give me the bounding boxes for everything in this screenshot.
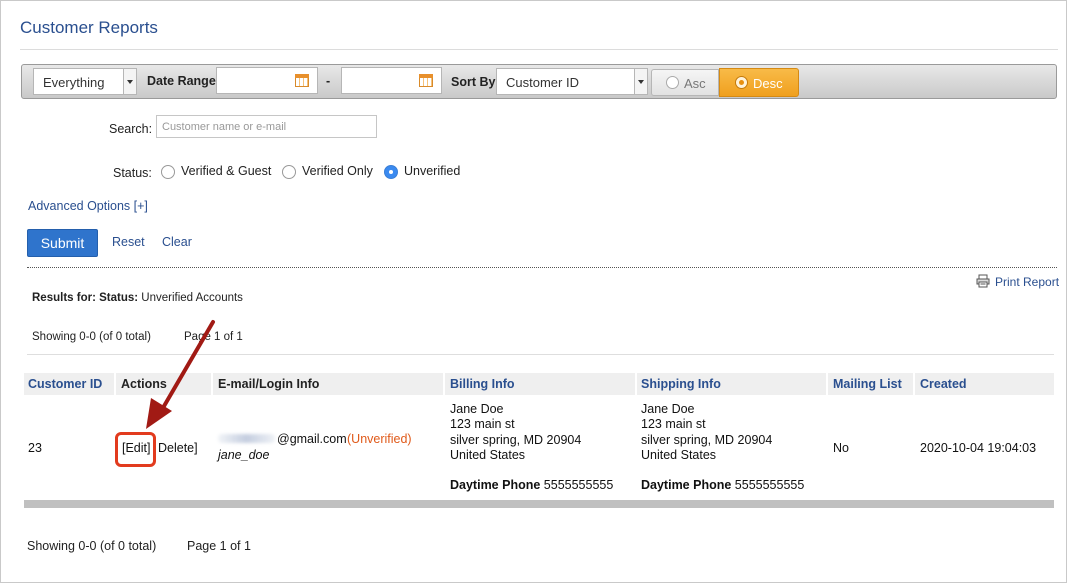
sort-by-label: Sort By bbox=[451, 75, 496, 89]
shipping-country: United States bbox=[641, 447, 717, 462]
billing-name: Jane Doe bbox=[450, 402, 504, 416]
status-radio-verified-only[interactable] bbox=[282, 165, 296, 179]
shipping-name: Jane Doe bbox=[641, 402, 695, 416]
billing-street: 123 main st bbox=[450, 417, 515, 432]
page-indicator-top: Page 1 of 1 bbox=[184, 331, 243, 343]
sort-by-value: Customer ID bbox=[506, 75, 579, 90]
filter-select-value: Everything bbox=[43, 75, 105, 90]
cell-shipping-info: Jane Doe 123 main st silver spring, MD 2… bbox=[641, 402, 804, 493]
asc-label: Asc bbox=[684, 76, 706, 91]
cell-login: jane_doe bbox=[218, 448, 270, 462]
billing-city: silver spring, MD 20904 bbox=[450, 432, 582, 447]
table-footer-bar bbox=[24, 500, 1054, 508]
title-divider bbox=[20, 49, 1058, 50]
col-mailing-list[interactable]: Mailing List bbox=[833, 377, 902, 391]
results-status-label: Status: bbox=[99, 292, 139, 304]
chevron-down-icon[interactable] bbox=[634, 69, 647, 94]
cell-customer-id: 23 bbox=[28, 441, 42, 455]
page-title: Customer Reports bbox=[20, 18, 158, 37]
page-indicator-bottom: Page 1 of 1 bbox=[187, 539, 251, 553]
submit-button[interactable]: Submit bbox=[27, 229, 98, 257]
col-created[interactable]: Created bbox=[920, 377, 967, 391]
col-actions: Actions bbox=[121, 377, 167, 391]
results-divider bbox=[27, 354, 1054, 355]
results-status-value: Unverified Accounts bbox=[141, 292, 243, 304]
table-header: Customer ID Actions E-mail/Login Info Bi… bbox=[24, 373, 1054, 395]
date-separator: - bbox=[326, 74, 331, 88]
status-label: Status: bbox=[113, 166, 152, 180]
status-option-verified-only[interactable]: Verified Only bbox=[302, 164, 373, 178]
section-divider bbox=[27, 267, 1057, 268]
printer-icon bbox=[976, 274, 990, 288]
asc-toggle[interactable]: Asc bbox=[651, 69, 719, 96]
status-radio-unverified[interactable] bbox=[384, 165, 398, 179]
showing-count-top: Showing 0-0 (of 0 total) bbox=[32, 331, 151, 343]
date-to-input[interactable] bbox=[341, 67, 442, 94]
billing-phone-line: Daytime Phone 5555555555 bbox=[450, 478, 613, 493]
calendar-icon[interactable] bbox=[419, 74, 433, 87]
date-from-input[interactable] bbox=[216, 67, 318, 94]
results-summary: Results for: Status: Unverified Accounts bbox=[32, 292, 243, 304]
edit-highlight-box bbox=[115, 432, 156, 467]
showing-count-bottom: Showing 0-0 (of 0 total) bbox=[27, 539, 157, 553]
delete-link[interactable]: Delete] bbox=[158, 441, 198, 455]
cell-billing-info: Jane Doe 123 main st silver spring, MD 2… bbox=[450, 402, 613, 493]
reset-link[interactable]: Reset bbox=[112, 235, 145, 249]
col-customer-id[interactable]: Customer ID bbox=[28, 377, 102, 391]
desc-radio-icon bbox=[735, 76, 748, 89]
redacted-email bbox=[218, 434, 275, 443]
filter-select[interactable]: Everything bbox=[33, 68, 137, 95]
cell-email[interactable]: @gmail.com bbox=[277, 432, 347, 446]
clear-link[interactable]: Clear bbox=[162, 235, 192, 249]
advanced-options-link[interactable]: Advanced Options [+] bbox=[28, 199, 148, 213]
shipping-phone-line: Daytime Phone 5555555555 bbox=[641, 478, 804, 493]
status-radio-verified-guest[interactable] bbox=[161, 165, 175, 179]
cell-mailing-list: No bbox=[833, 441, 849, 455]
billing-country: United States bbox=[450, 447, 526, 462]
asc-radio-icon bbox=[666, 76, 679, 89]
billing-phone: 5555555555 bbox=[543, 478, 614, 493]
table-row: 23 [Edit] Delete] @gmail.com (Unverified… bbox=[24, 395, 1054, 500]
status-option-verified-guest[interactable]: Verified & Guest bbox=[181, 164, 271, 178]
date-range-label: Date Range bbox=[147, 74, 216, 88]
shipping-street: 123 main st bbox=[641, 417, 706, 432]
status-option-unverified[interactable]: Unverified bbox=[404, 164, 460, 178]
chevron-down-icon[interactable] bbox=[123, 69, 136, 94]
cell-created: 2020-10-04 19:04:03 bbox=[920, 441, 1037, 455]
search-input[interactable] bbox=[156, 115, 377, 138]
results-prefix: Results for: bbox=[32, 292, 96, 304]
calendar-icon[interactable] bbox=[295, 74, 309, 87]
desc-label: Desc bbox=[753, 76, 783, 91]
col-email-login: E-mail/Login Info bbox=[218, 377, 320, 391]
col-shipping-info[interactable]: Shipping Info bbox=[641, 377, 721, 391]
billing-phone-label: Daytime Phone bbox=[450, 478, 541, 493]
shipping-phone-label: Daytime Phone bbox=[641, 478, 732, 493]
sort-by-select[interactable]: Customer ID bbox=[496, 68, 648, 95]
desc-toggle[interactable]: Desc bbox=[719, 68, 799, 97]
cell-email-status: (Unverified) bbox=[347, 432, 412, 446]
shipping-phone: 5555555555 bbox=[734, 478, 805, 493]
print-report-label: Print Report bbox=[995, 275, 1060, 289]
col-billing-info[interactable]: Billing Info bbox=[450, 377, 515, 391]
search-label: Search: bbox=[109, 122, 153, 136]
shipping-city: silver spring, MD 20904 bbox=[641, 432, 773, 447]
